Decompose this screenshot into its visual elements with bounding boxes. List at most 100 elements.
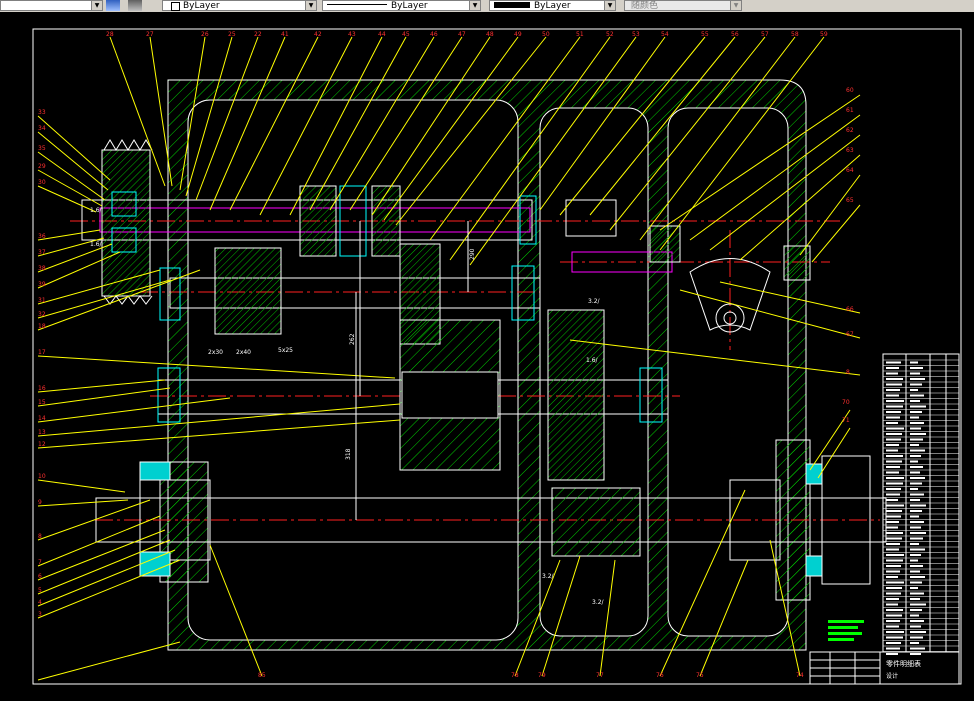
svg-text:10: 10 — [38, 473, 46, 480]
layer-states-icon[interactable] — [106, 0, 120, 11]
svg-text:13: 13 — [38, 429, 46, 436]
svg-text:48: 48 — [486, 31, 494, 38]
title-block-caption: 设计 — [886, 672, 898, 680]
leader-numbers-left: 333435 293036 373839 313218 171615 14131… — [38, 109, 46, 618]
color-combo-arrow[interactable]: ▼ — [305, 1, 316, 10]
title-block-heading: 零件明细表 — [886, 659, 921, 668]
svg-text:22: 22 — [254, 31, 262, 38]
svg-text:58: 58 — [791, 31, 799, 38]
svg-text:6: 6 — [38, 573, 42, 580]
svg-text:16: 16 — [38, 385, 46, 392]
svg-text:71: 71 — [842, 417, 850, 424]
title-block: 零件明细表 设计 — [809, 651, 960, 685]
leader-numbers-top: 28 27 26 25 22 41 42 43 44 45 46 47 48 49 50 51 52 5… — [106, 31, 828, 38]
technical-notes — [828, 620, 864, 641]
svg-text:45: 45 — [402, 31, 410, 38]
svg-text:59: 59 — [820, 31, 828, 38]
color-combo[interactable]: ByLayer ▼ — [162, 0, 317, 11]
dim-small-c: 5x25 — [278, 347, 293, 354]
svg-text:26: 26 — [201, 31, 209, 38]
svg-text:34: 34 — [38, 125, 46, 132]
lineweight-combo-arrow[interactable]: ▼ — [604, 1, 615, 10]
linetype-value: ByLayer — [391, 1, 428, 11]
svg-text:63: 63 — [846, 147, 854, 154]
lineweight-combo[interactable]: ByLayer ▼ — [489, 0, 616, 11]
svg-text:51: 51 — [576, 31, 584, 38]
svg-text:8: 8 — [38, 533, 42, 540]
svg-text:33: 33 — [38, 109, 46, 116]
svg-text:79: 79 — [538, 672, 546, 679]
svg-text:28: 28 — [106, 31, 114, 38]
drawing-canvas[interactable]: 28 27 26 25 22 41 42 43 44 45 46 47 48 49 50 51 52 5… — [0, 12, 974, 697]
layer-previous-icon[interactable] — [128, 0, 142, 11]
svg-text:56: 56 — [731, 31, 739, 38]
svg-text:30: 30 — [38, 179, 46, 186]
cad-drawing: 28 27 26 25 22 41 42 43 44 45 46 47 48 49 50 51 52 5… — [32, 28, 962, 685]
color-value: ByLayer — [183, 1, 220, 11]
dim-small-a: 2x30 — [208, 349, 223, 356]
svg-text:75: 75 — [696, 672, 704, 679]
svg-text:50: 50 — [542, 31, 550, 38]
dim-gear-roughness: 3.2/ — [588, 298, 601, 305]
svg-text:74: 74 — [796, 672, 804, 679]
lineweight-value: ByLayer — [534, 1, 571, 11]
svg-text:14: 14 — [38, 415, 46, 422]
svg-text:67: 67 — [846, 331, 854, 338]
dim-bottom-2: 3.2/ — [592, 599, 605, 606]
linetype-combo[interactable]: ByLayer ▼ — [322, 0, 481, 11]
svg-text:3: 3 — [38, 611, 42, 618]
parts-list-table — [882, 353, 960, 655]
dim-left-shaft-b: 1.6/ — [90, 241, 103, 248]
svg-text:7: 7 — [38, 559, 42, 566]
dim-vert-3: 290 — [469, 248, 476, 260]
svg-text:31: 31 — [38, 297, 46, 304]
svg-text:36: 36 — [38, 233, 46, 240]
svg-text:77: 77 — [596, 672, 604, 679]
linetype-preview — [327, 3, 387, 5]
svg-text:60: 60 — [846, 87, 854, 94]
svg-text:12: 12 — [38, 441, 46, 448]
svg-text:54: 54 — [661, 31, 669, 38]
svg-text:29: 29 — [38, 163, 46, 170]
svg-text:43: 43 — [348, 31, 356, 38]
svg-text:70: 70 — [842, 399, 850, 406]
linetype-combo-arrow[interactable]: ▼ — [469, 1, 480, 10]
dim-left-shaft-a: 1.6/ — [90, 207, 103, 214]
svg-text:44: 44 — [378, 31, 386, 38]
lineweight-preview — [494, 2, 530, 8]
dim-vert-1: 318 — [345, 448, 352, 460]
leader-numbers-bottom: 85 78 79 77 76 75 74 — [258, 672, 804, 679]
svg-text:55: 55 — [701, 31, 709, 38]
svg-text:42: 42 — [314, 31, 322, 38]
svg-text:37: 37 — [38, 249, 46, 256]
svg-text:62: 62 — [846, 127, 854, 134]
svg-text:17: 17 — [38, 349, 46, 356]
svg-text:4: 4 — [38, 599, 42, 606]
svg-text:39: 39 — [38, 281, 46, 288]
dim-bottom-1: 3.2/ — [542, 573, 555, 580]
svg-text:15: 15 — [38, 399, 46, 406]
layer-combo[interactable]: ▼ — [0, 0, 103, 11]
plotstyle-combo-arrow[interactable]: ▼ — [730, 1, 741, 10]
svg-text:5: 5 — [38, 587, 42, 594]
svg-text:61: 61 — [846, 107, 854, 114]
dim-right-gear: 1.6/ — [586, 357, 599, 364]
svg-text:52: 52 — [606, 31, 614, 38]
svg-text:35: 35 — [38, 145, 46, 152]
layer-combo-arrow[interactable]: ▼ — [91, 1, 102, 10]
svg-text:57: 57 — [761, 31, 769, 38]
svg-text:41: 41 — [281, 31, 289, 38]
svg-text:46: 46 — [430, 31, 438, 38]
svg-text:53: 53 — [632, 31, 640, 38]
svg-text:9: 9 — [38, 499, 42, 506]
plotstyle-combo[interactable]: 随颜色 ▼ — [624, 0, 742, 11]
svg-text:49: 49 — [514, 31, 522, 38]
svg-text:85: 85 — [258, 672, 266, 679]
svg-text:18: 18 — [38, 323, 46, 330]
svg-text:27: 27 — [146, 31, 154, 38]
svg-text:8: 8 — [846, 369, 850, 376]
svg-text:66: 66 — [846, 306, 854, 313]
svg-text:78: 78 — [511, 672, 519, 679]
dim-small-b: 2x40 — [236, 349, 251, 356]
dim-vert-2: 262 — [349, 333, 356, 345]
